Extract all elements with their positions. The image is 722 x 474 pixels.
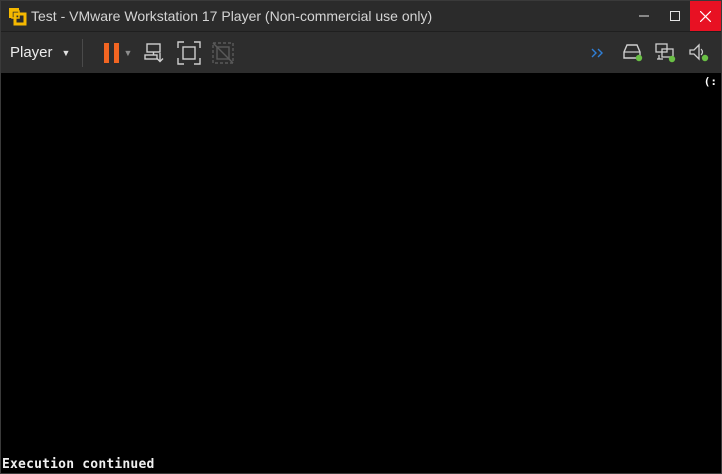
pause-options-chevron-icon[interactable]: ▼ (123, 48, 132, 58)
player-menu-label: Player (10, 44, 53, 61)
hard-disk-icon (622, 43, 642, 61)
network-adapter-icon (654, 42, 675, 62)
window-controls (628, 1, 721, 31)
pause-icon (104, 42, 120, 63)
vm-console-screen[interactable]: (: Execution continued (1, 73, 721, 473)
minimize-button[interactable] (628, 1, 659, 31)
unity-button[interactable] (206, 38, 240, 68)
device-status-bar (583, 32, 715, 73)
sound-card-button[interactable] (682, 38, 715, 68)
connect-devices-button[interactable] (583, 38, 616, 68)
vmware-player-window: Test - VMware Workstation 17 Player (Non… (0, 0, 722, 474)
fullscreen-icon (177, 40, 202, 65)
title-bar[interactable]: Test - VMware Workstation 17 Player (Non… (1, 1, 721, 31)
toolbar-divider (82, 38, 84, 67)
toolbar: Player ▼ ▼ (1, 31, 721, 74)
chevron-down-icon: ▼ (61, 47, 71, 58)
window-title: Test - VMware Workstation 17 Player (Non… (31, 8, 433, 24)
fullscreen-button[interactable] (172, 38, 206, 68)
send-ctrl-alt-del-button[interactable] (138, 38, 172, 68)
vmware-logo-icon (6, 5, 28, 27)
console-corner-glyph: (: (703, 75, 717, 88)
hard-disk-button[interactable] (616, 38, 649, 68)
player-menu-button[interactable]: Player ▼ (1, 38, 80, 68)
console-output-text: Execution continued (2, 457, 155, 472)
send-ctrl-alt-del-icon (144, 42, 164, 62)
close-button[interactable] (690, 1, 721, 31)
sound-card-icon (688, 42, 708, 61)
maximize-button[interactable] (659, 1, 690, 31)
network-adapter-button[interactable] (649, 38, 682, 68)
connect-devices-icon (591, 48, 603, 57)
unity-icon (212, 41, 235, 64)
